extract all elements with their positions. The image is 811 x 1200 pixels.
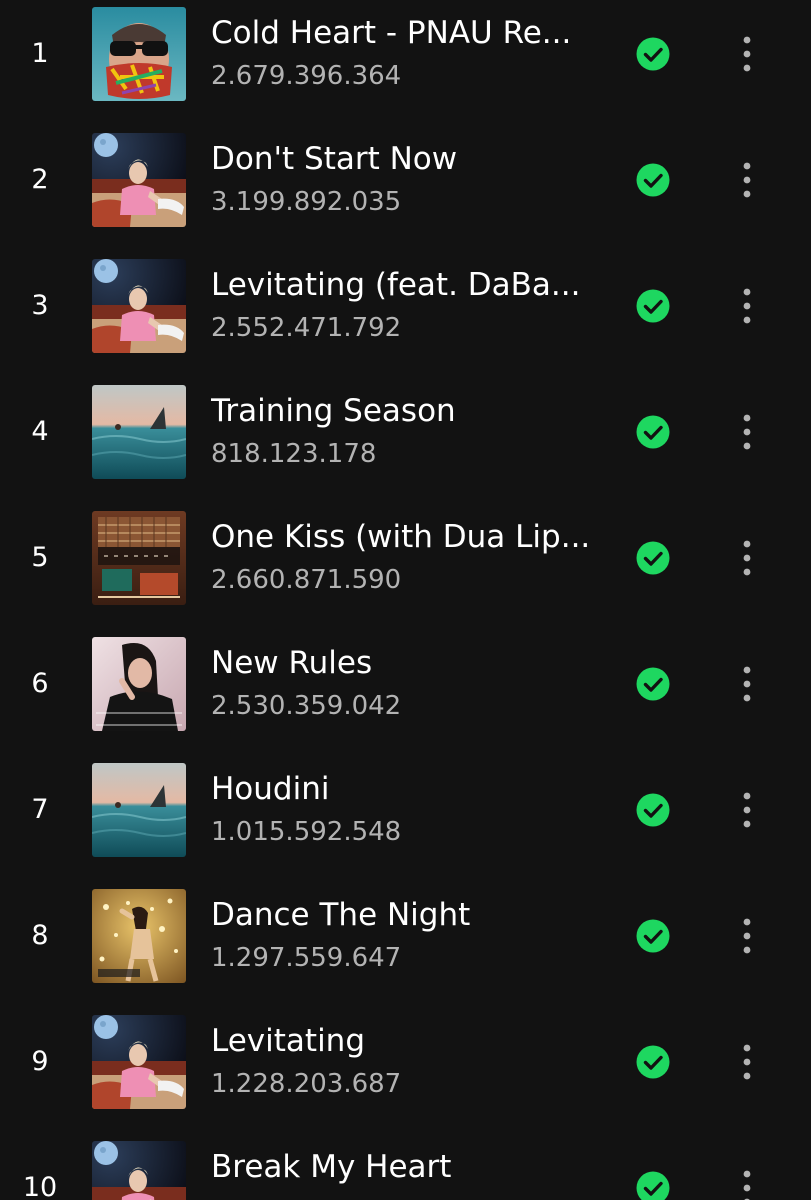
check-circle-icon: [636, 415, 670, 449]
track-play-count: 2.660.871.590: [211, 565, 402, 595]
more-vertical-icon[interactable]: [727, 31, 767, 77]
track-title: Break My Heart: [211, 1149, 452, 1185]
track-rank: 7: [31, 794, 49, 825]
track-title: Houdini: [211, 771, 330, 807]
check-circle-icon: [636, 541, 670, 575]
album-art: [92, 1015, 186, 1109]
album-art: [92, 133, 186, 227]
check-circle-icon: [636, 163, 670, 197]
track-row[interactable]: 2 Don't Start Now 3.199.892.035: [0, 126, 811, 252]
track-row[interactable]: 3 Levitating (feat. DaBa... 2.552.471.792: [0, 252, 811, 378]
track-row[interactable]: 6 New Rules 2.530.359.042: [0, 630, 811, 756]
check-circle-icon: [636, 37, 670, 71]
more-vertical-icon[interactable]: [727, 1039, 767, 1085]
track-rank: 4: [31, 416, 49, 447]
more-vertical-icon[interactable]: [727, 157, 767, 203]
album-art: [92, 7, 186, 101]
more-vertical-icon[interactable]: [727, 535, 767, 581]
track-row[interactable]: 10 Break My Heart: [0, 1134, 811, 1200]
track-rank: 10: [22, 1172, 58, 1200]
track-rank: 3: [31, 290, 49, 321]
track-rank: 5: [31, 542, 49, 573]
track-rank: 6: [31, 668, 49, 699]
track-title: New Rules: [211, 645, 373, 681]
check-circle-icon: [636, 1045, 670, 1079]
more-vertical-icon[interactable]: [727, 409, 767, 455]
album-art: [92, 1141, 186, 1200]
album-art: [92, 511, 186, 605]
more-vertical-icon[interactable]: [727, 661, 767, 707]
album-art: [92, 637, 186, 731]
track-play-count: 818.123.178: [211, 439, 377, 469]
track-title: Levitating: [211, 1023, 366, 1059]
album-art: [92, 763, 186, 857]
album-art: [92, 889, 186, 983]
check-circle-icon: [636, 667, 670, 701]
track-play-count: 1.228.203.687: [211, 1069, 402, 1099]
track-play-count: 2.530.359.042: [211, 691, 402, 721]
track-rank: 1: [31, 38, 49, 69]
track-row[interactable]: 8 Dance The Night 1.297.559.647: [0, 882, 811, 1008]
album-art: [92, 259, 186, 353]
track-play-count: 2.552.471.792: [211, 313, 402, 343]
track-title: Dance The Night: [211, 897, 471, 933]
track-title: Training Season: [211, 393, 456, 429]
more-vertical-icon[interactable]: [727, 283, 767, 329]
track-title: One Kiss (with Dua Lip...: [211, 519, 591, 555]
check-circle-icon: [636, 919, 670, 953]
track-play-count: 2.679.396.364: [211, 61, 402, 91]
album-art: [92, 385, 186, 479]
track-play-count: 1.015.592.548: [211, 817, 402, 847]
track-list: 1 Cold Heart - PNAU Re... 2.679.396.364 2 Do…: [0, 0, 811, 1200]
track-row[interactable]: 7 Houdini 1.015.592.548: [0, 756, 811, 882]
track-rank: 8: [31, 920, 49, 951]
track-title: Don't Start Now: [211, 141, 458, 177]
track-row[interactable]: 4 Training Season 818.123.178: [0, 378, 811, 504]
check-circle-icon: [636, 1171, 670, 1200]
more-vertical-icon[interactable]: [727, 787, 767, 833]
track-play-count: 3.199.892.035: [211, 187, 402, 217]
track-rank: 2: [31, 164, 49, 195]
track-title: Levitating (feat. DaBa...: [211, 267, 581, 303]
track-row[interactable]: 5 One Kiss (with Dua Lip... 2.660.871.590: [0, 504, 811, 630]
track-row[interactable]: 1 Cold Heart - PNAU Re... 2.679.396.364: [0, 0, 811, 126]
track-play-count: 1.297.559.647: [211, 943, 402, 973]
check-circle-icon: [636, 289, 670, 323]
more-vertical-icon[interactable]: [727, 913, 767, 959]
check-circle-icon: [636, 793, 670, 827]
track-rank: 9: [31, 1046, 49, 1077]
track-title: Cold Heart - PNAU Re...: [211, 15, 572, 51]
track-row[interactable]: 9 Levitating 1.228.203.687: [0, 1008, 811, 1134]
more-vertical-icon[interactable]: [727, 1165, 767, 1200]
